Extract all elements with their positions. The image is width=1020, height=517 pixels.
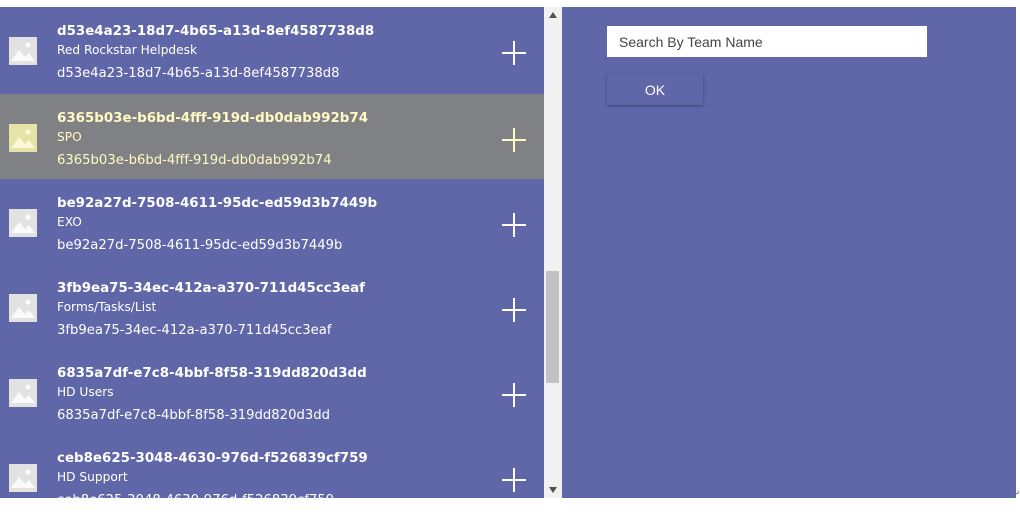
gallery-item[interactable]: 6835a7df-e7c8-4bbf-8f58-319dd820d3dd HD …	[0, 349, 544, 434]
resize-grip-icon: ⌟	[1015, 486, 1020, 496]
scroll-up-arrow-icon[interactable]	[548, 11, 558, 19]
gallery-item[interactable]: 3fb9ea75-34ec-412a-a370-711d45cc3eaf For…	[0, 264, 544, 349]
item-subtitle: Forms/Tasks/List	[57, 300, 157, 314]
item-subtitle: Red Rockstar Helpdesk	[57, 43, 198, 57]
plus-icon[interactable]	[499, 465, 529, 495]
plus-icon[interactable]	[499, 210, 529, 240]
item-subtitle: HD Support	[57, 470, 128, 484]
scroll-down-arrow-icon[interactable]	[548, 486, 558, 494]
image-placeholder-icon	[9, 294, 37, 322]
gallery-item[interactable]: ceb8e625-3048-4630-976d-f526839cf759 HD …	[0, 434, 544, 498]
item-title: be92a27d-7508-4611-95dc-ed59d3b7449b	[57, 196, 378, 211]
item-id: ceb8e625-3048-4630-976d-f526839cf759	[57, 493, 334, 498]
item-title: 6835a7df-e7c8-4bbf-8f58-319dd820d3dd	[57, 366, 367, 381]
search-panel: OK	[562, 7, 1016, 498]
gallery-item[interactable]: be92a27d-7508-4611-95dc-ed59d3b7449b EXO…	[0, 179, 544, 264]
image-placeholder-icon	[9, 209, 37, 237]
image-placeholder-icon	[9, 464, 37, 492]
team-gallery: d53e4a23-18d7-4b65-a13d-8ef4587738d8 Red…	[0, 7, 544, 498]
window-edge	[1016, 7, 1020, 498]
item-title: 6365b03e-b6bd-4fff-919d-db0dab992b74	[57, 111, 369, 126]
image-placeholder-icon	[9, 124, 37, 152]
item-id: 3fb9ea75-34ec-412a-a370-711d45cc3eaf	[57, 323, 332, 338]
item-id: d53e4a23-18d7-4b65-a13d-8ef4587738d8	[57, 66, 340, 81]
item-subtitle: SPO	[57, 130, 82, 144]
plus-icon[interactable]	[499, 38, 529, 68]
item-title: 3fb9ea75-34ec-412a-a370-711d45cc3eaf	[57, 281, 365, 296]
plus-icon[interactable]	[499, 295, 529, 325]
ok-button[interactable]: OK	[607, 74, 703, 105]
search-by-team-name-input[interactable]	[607, 26, 927, 57]
image-placeholder-icon	[9, 379, 37, 407]
item-id: be92a27d-7508-4611-95dc-ed59d3b7449b	[57, 238, 343, 253]
image-placeholder-icon	[9, 37, 37, 65]
plus-icon[interactable]	[499, 125, 529, 155]
gallery-item[interactable]: d53e4a23-18d7-4b65-a13d-8ef4587738d8 Red…	[0, 7, 544, 92]
item-subtitle: HD Users	[57, 385, 114, 399]
item-title: ceb8e625-3048-4630-976d-f526839cf759	[57, 451, 368, 466]
gallery-item-selected[interactable]: 6365b03e-b6bd-4fff-919d-db0dab992b74 SPO…	[0, 94, 544, 179]
gallery-scrollbar[interactable]	[544, 7, 562, 498]
plus-icon[interactable]	[499, 380, 529, 410]
item-title: d53e4a23-18d7-4b65-a13d-8ef4587738d8	[57, 24, 375, 39]
scrollbar-thumb[interactable]	[546, 271, 559, 383]
item-subtitle: EXO	[57, 215, 82, 229]
item-id: 6365b03e-b6bd-4fff-919d-db0dab992b74	[57, 153, 332, 168]
item-id: 6835a7df-e7c8-4bbf-8f58-319dd820d3dd	[57, 408, 330, 423]
